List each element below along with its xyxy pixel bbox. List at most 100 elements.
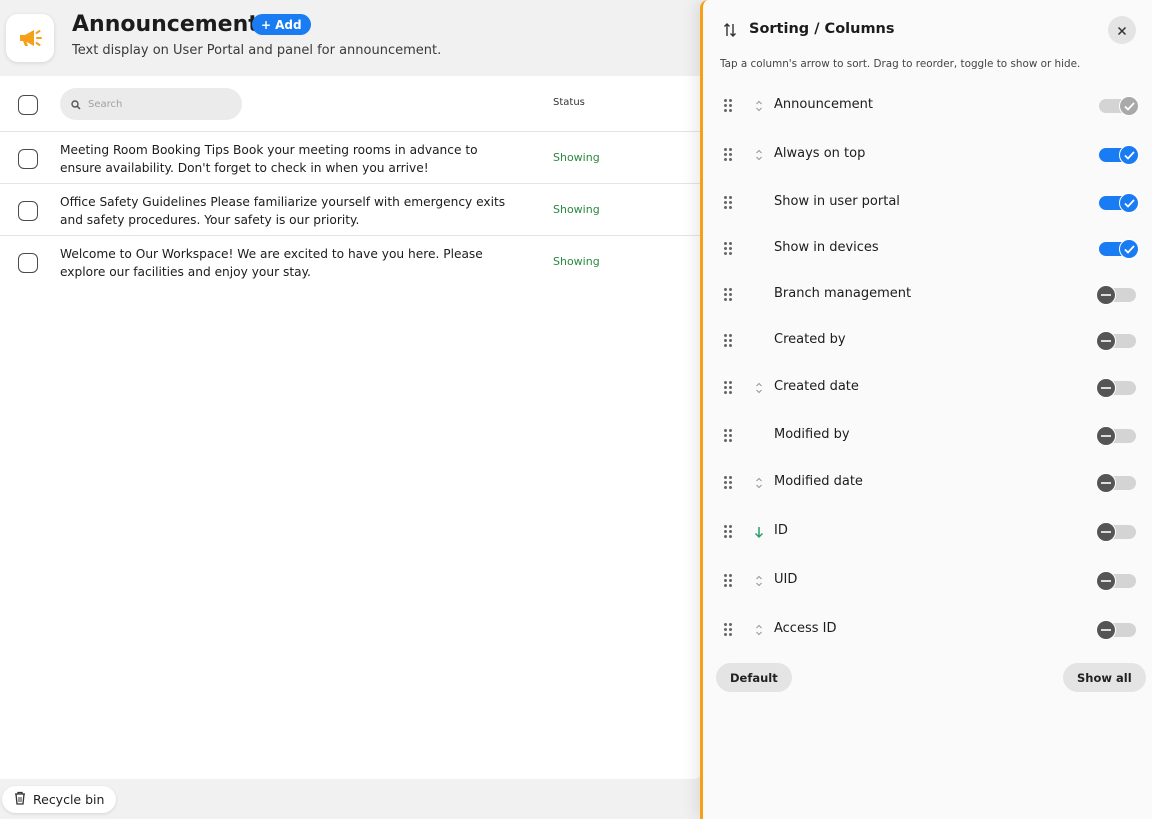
- announcement-text: Office Safety Guidelines Please familiar…: [60, 195, 506, 227]
- column-label: Announcement: [774, 97, 873, 112]
- drag-handle-icon[interactable]: [724, 429, 734, 442]
- sort-toggle-icon[interactable]: [754, 380, 764, 396]
- visibility-toggle[interactable]: [1096, 426, 1136, 446]
- announcement-text: Welcome to Our Workspace! We are excited…: [60, 247, 483, 279]
- column-label: Created by: [774, 332, 846, 347]
- select-all-checkbox[interactable]: [18, 95, 38, 115]
- visibility-toggle[interactable]: [1099, 193, 1139, 213]
- add-button-label: Add: [275, 17, 302, 32]
- drag-handle-icon[interactable]: [724, 381, 734, 394]
- add-button[interactable]: + Add: [252, 14, 311, 35]
- row-checkbox[interactable]: [18, 253, 38, 273]
- minus-icon: [1096, 378, 1116, 398]
- sort-toggle-icon[interactable]: [754, 475, 764, 491]
- minus-icon: [1096, 620, 1116, 640]
- check-icon: [1119, 239, 1139, 259]
- sorting-columns-panel: Sorting / Columns Tap a column's arrow t…: [700, 0, 1152, 819]
- sort-toggle-icon[interactable]: [754, 147, 764, 163]
- drag-handle-icon[interactable]: [724, 574, 734, 587]
- close-button[interactable]: [1108, 16, 1136, 44]
- sort-toggle-icon[interactable]: [754, 573, 764, 589]
- page-title: Announcements: [72, 12, 272, 37]
- page-subtitle: Text display on User Portal and panel fo…: [72, 43, 442, 58]
- visibility-toggle[interactable]: [1096, 331, 1136, 351]
- minus-icon: [1096, 426, 1116, 446]
- announcement-text: Meeting Room Booking Tips Book your meet…: [60, 143, 478, 175]
- visibility-toggle[interactable]: [1096, 473, 1136, 493]
- default-button[interactable]: Default: [716, 663, 792, 692]
- panel-title: Sorting / Columns: [749, 21, 895, 37]
- column-item[interactable]: Created by: [703, 326, 1152, 356]
- column-item[interactable]: ID: [703, 517, 1152, 547]
- page-header: Announcements + Add Text display on User…: [0, 0, 700, 76]
- column-item[interactable]: Modified by: [703, 421, 1152, 451]
- column-label: ID: [774, 523, 788, 538]
- plus-icon: +: [261, 17, 272, 32]
- drag-handle-icon[interactable]: [724, 242, 734, 255]
- visibility-toggle[interactable]: [1096, 571, 1136, 591]
- drag-handle-icon[interactable]: [724, 623, 734, 636]
- visibility-toggle[interactable]: [1099, 145, 1139, 165]
- minus-icon: [1096, 331, 1116, 351]
- column-item[interactable]: Created date: [703, 373, 1152, 403]
- check-icon: [1119, 193, 1139, 213]
- megaphone-icon: [6, 14, 54, 62]
- column-label: Show in user portal: [774, 194, 900, 209]
- drag-handle-icon[interactable]: [724, 476, 734, 489]
- sort-toggle-icon[interactable]: [754, 98, 764, 114]
- column-label: UID: [774, 572, 798, 587]
- table-row[interactable]: Office Safety Guidelines Please familiar…: [0, 184, 705, 236]
- minus-icon: [1096, 522, 1116, 542]
- column-item[interactable]: Branch management: [703, 280, 1152, 310]
- status-text: Showing: [553, 255, 600, 268]
- show-all-button[interactable]: Show all: [1063, 663, 1146, 692]
- column-label: Modified date: [774, 474, 863, 489]
- recycle-bin-label: Recycle bin: [33, 792, 105, 807]
- check-icon: [1119, 145, 1139, 165]
- visibility-toggle[interactable]: [1096, 522, 1136, 542]
- search-input[interactable]: [88, 98, 228, 110]
- drag-handle-icon[interactable]: [724, 148, 734, 161]
- status-text: Showing: [553, 151, 600, 164]
- column-item[interactable]: Announcement: [703, 91, 1152, 121]
- close-icon: [1117, 21, 1127, 40]
- visibility-toggle[interactable]: [1096, 378, 1136, 398]
- panel-hint: Tap a column's arrow to sort. Drag to re…: [720, 58, 1081, 70]
- drag-handle-icon[interactable]: [724, 196, 734, 209]
- column-item[interactable]: Show in user portal: [703, 188, 1152, 218]
- row-checkbox[interactable]: [18, 149, 38, 169]
- minus-icon: [1096, 285, 1116, 305]
- drag-handle-icon[interactable]: [724, 525, 734, 538]
- column-label: Show in devices: [774, 240, 879, 255]
- column-label: Always on top: [774, 146, 866, 161]
- status-text: Showing: [553, 203, 600, 216]
- column-header-status[interactable]: Status: [553, 97, 585, 108]
- minus-icon: [1096, 571, 1116, 591]
- check-icon: [1119, 96, 1139, 116]
- drag-handle-icon[interactable]: [724, 288, 734, 301]
- column-item[interactable]: Show in devices: [703, 234, 1152, 264]
- announcements-table: Status Meeting Room Booking Tips Book yo…: [0, 76, 705, 779]
- drag-handle-icon[interactable]: [724, 334, 734, 347]
- column-item[interactable]: Always on top: [703, 140, 1152, 170]
- table-row[interactable]: Meeting Room Booking Tips Book your meet…: [0, 132, 705, 184]
- visibility-toggle[interactable]: [1096, 285, 1136, 305]
- drag-handle-icon[interactable]: [724, 99, 734, 112]
- row-checkbox[interactable]: [18, 201, 38, 221]
- trash-icon: [14, 791, 26, 808]
- sort-arrows-icon: [723, 22, 737, 42]
- column-item[interactable]: UID: [703, 566, 1152, 596]
- column-label: Access ID: [774, 621, 837, 636]
- visibility-toggle[interactable]: [1096, 620, 1136, 640]
- sort-toggle-icon[interactable]: [754, 622, 764, 638]
- column-item[interactable]: Access ID: [703, 615, 1152, 645]
- visibility-toggle: [1099, 96, 1139, 116]
- search-box[interactable]: [60, 88, 242, 120]
- column-item[interactable]: Modified date: [703, 468, 1152, 498]
- search-icon: [71, 95, 81, 114]
- sort-desc-icon[interactable]: [754, 524, 764, 540]
- column-label: Created date: [774, 379, 859, 394]
- recycle-bin-button[interactable]: Recycle bin: [2, 786, 117, 813]
- visibility-toggle[interactable]: [1099, 239, 1139, 259]
- table-row[interactable]: Welcome to Our Workspace! We are excited…: [0, 236, 705, 288]
